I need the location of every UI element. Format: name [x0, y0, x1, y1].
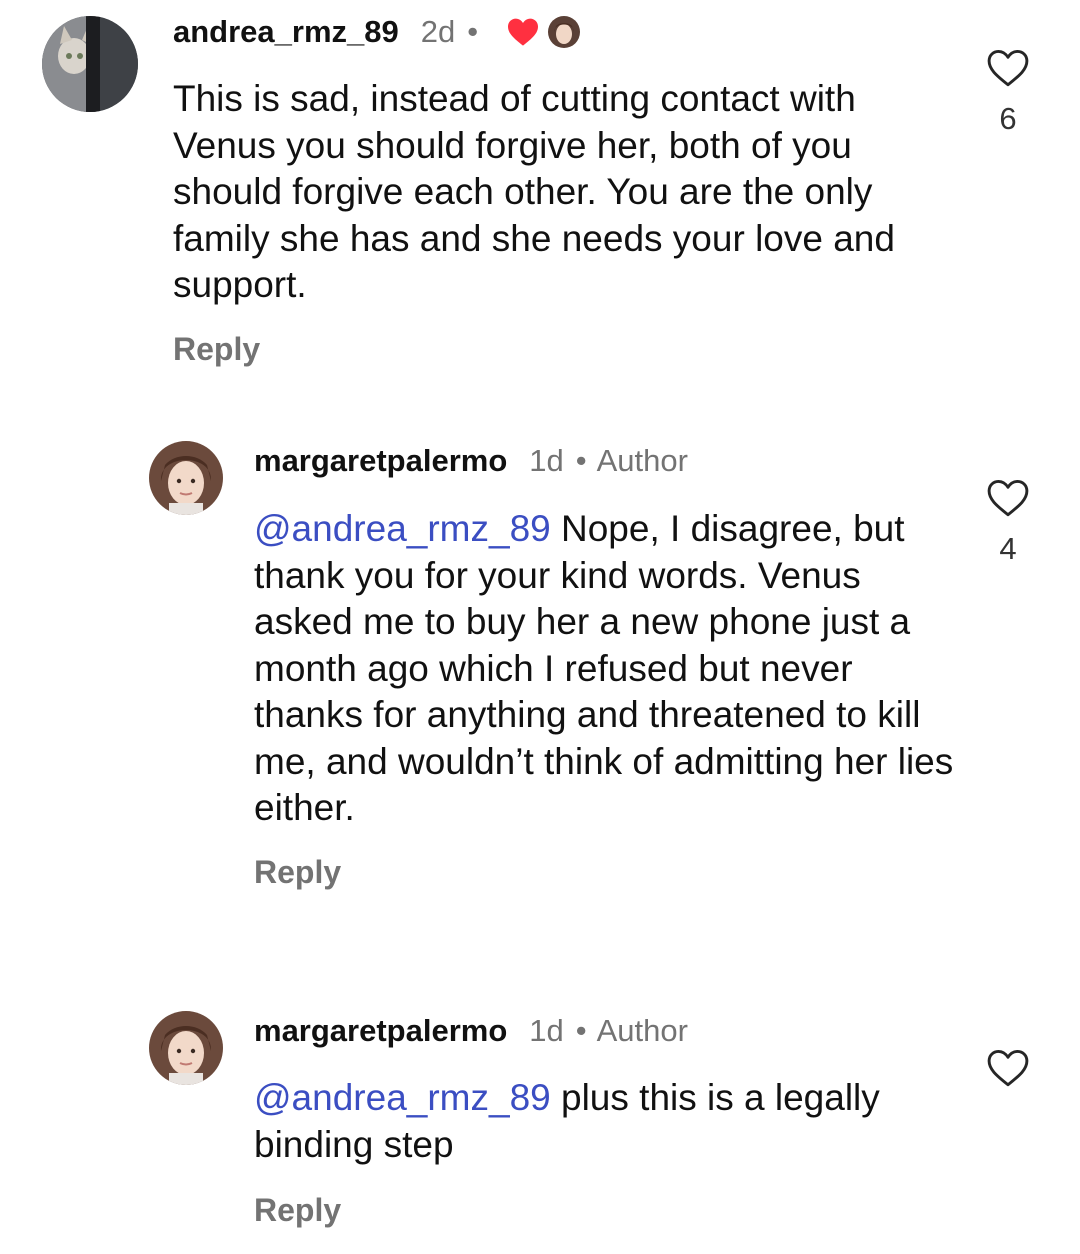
comment-meta: andrea_rmz_89 2d • — [173, 12, 943, 52]
comment-text: @andrea_rmz_89 Nope, I disagree, but tha… — [254, 506, 954, 832]
like-column: 6 — [980, 48, 1036, 139]
heart-outline-icon[interactable] — [986, 478, 1030, 518]
comment-meta: margaretpalermo 1d • Author — [254, 441, 954, 481]
author-badge: Author — [596, 443, 688, 478]
comment-text: @andrea_rmz_89 plus this is a legally bi… — [254, 1075, 954, 1168]
timestamp: 1d — [529, 1013, 564, 1048]
like-column — [980, 1048, 1036, 1093]
creator-liked-indicator — [506, 16, 581, 48]
avatar[interactable] — [42, 16, 138, 112]
comment-text: This is sad, instead of cutting contact … — [173, 78, 895, 305]
separator-dot: • — [467, 14, 479, 49]
username[interactable]: margaretpalermo — [254, 1011, 507, 1051]
mention-link[interactable]: @andrea_rmz_89 — [254, 508, 551, 549]
timestamp: 2d — [420, 14, 456, 49]
comment-body: Nope, I disagree, but thank you for your… — [254, 508, 954, 828]
reply-button[interactable]: Reply — [254, 1190, 954, 1230]
reply-button[interactable]: Reply — [254, 852, 954, 892]
heart-outline-icon[interactable] — [986, 48, 1030, 88]
like-count: 6 — [999, 101, 1017, 136]
username[interactable]: andrea_rmz_89 — [173, 12, 399, 52]
heart-filled-icon — [508, 18, 539, 46]
avatar[interactable] — [149, 1011, 223, 1085]
avatar[interactable] — [149, 441, 223, 515]
mini-avatar — [548, 16, 581, 48]
username[interactable]: margaretpalermo — [254, 441, 507, 481]
author-badge: Author — [596, 1013, 688, 1048]
separator-dot: • — [575, 443, 587, 478]
like-count: 4 — [999, 531, 1017, 566]
heart-outline-icon[interactable] — [986, 1048, 1030, 1088]
comment-meta: margaretpalermo 1d • Author — [254, 1011, 954, 1051]
reply-button[interactable]: Reply — [173, 329, 943, 369]
separator-dot: • — [575, 1013, 587, 1048]
mention-link[interactable]: @andrea_rmz_89 — [254, 1077, 551, 1118]
timestamp: 1d — [529, 443, 564, 478]
like-column: 4 — [980, 478, 1036, 569]
